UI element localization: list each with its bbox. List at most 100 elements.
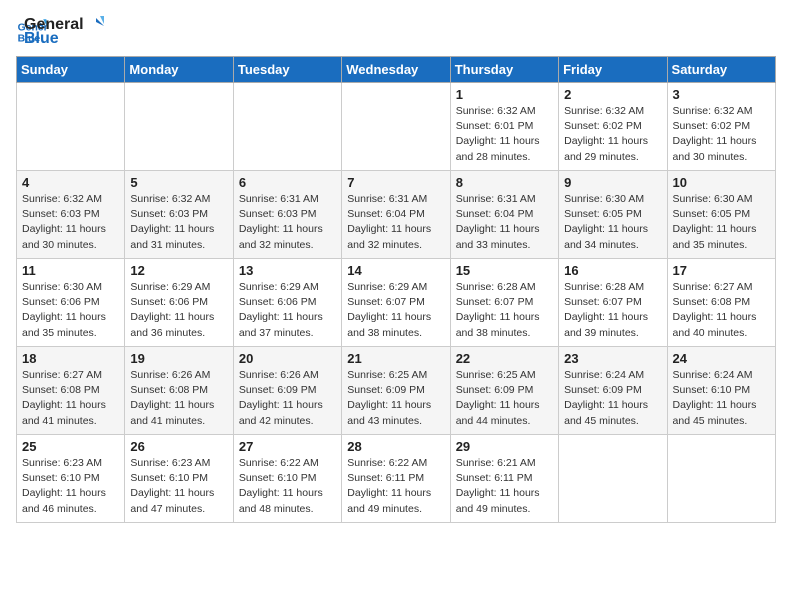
calendar-cell: 8 Sunrise: 6:31 AMSunset: 6:04 PMDaylight… xyxy=(450,171,558,259)
day-number: 1 xyxy=(456,87,553,102)
day-number: 8 xyxy=(456,175,553,190)
col-header-friday: Friday xyxy=(559,57,667,83)
calendar-cell xyxy=(233,83,341,171)
logo: General Blue General Blue xyxy=(16,16,106,48)
day-number: 21 xyxy=(347,351,444,366)
col-header-monday: Monday xyxy=(125,57,233,83)
calendar-cell: 23 Sunrise: 6:24 AMSunset: 6:09 PMDayligh… xyxy=(559,347,667,435)
day-info: Sunrise: 6:32 AMSunset: 6:03 PMDaylight:… xyxy=(130,192,227,253)
calendar-cell: 19 Sunrise: 6:26 AMSunset: 6:08 PMDayligh… xyxy=(125,347,233,435)
col-header-wednesday: Wednesday xyxy=(342,57,450,83)
day-number: 4 xyxy=(22,175,119,190)
day-number: 20 xyxy=(239,351,336,366)
calendar-cell: 14 Sunrise: 6:29 AMSunset: 6:07 PMDayligh… xyxy=(342,259,450,347)
calendar-cell: 7 Sunrise: 6:31 AMSunset: 6:04 PMDaylight… xyxy=(342,171,450,259)
calendar-cell: 1 Sunrise: 6:32 AMSunset: 6:01 PMDaylight… xyxy=(450,83,558,171)
day-number: 9 xyxy=(564,175,661,190)
day-number: 16 xyxy=(564,263,661,278)
day-info: Sunrise: 6:27 AMSunset: 6:08 PMDaylight:… xyxy=(22,368,119,429)
calendar-cell: 22 Sunrise: 6:25 AMSunset: 6:09 PMDayligh… xyxy=(450,347,558,435)
day-info: Sunrise: 6:29 AMSunset: 6:06 PMDaylight:… xyxy=(239,280,336,341)
day-info: Sunrise: 6:29 AMSunset: 6:06 PMDaylight:… xyxy=(130,280,227,341)
calendar-cell: 16 Sunrise: 6:28 AMSunset: 6:07 PMDayligh… xyxy=(559,259,667,347)
calendar-cell: 10 Sunrise: 6:30 AMSunset: 6:05 PMDayligh… xyxy=(667,171,775,259)
day-number: 2 xyxy=(564,87,661,102)
day-info: Sunrise: 6:24 AMSunset: 6:09 PMDaylight:… xyxy=(564,368,661,429)
day-info: Sunrise: 6:31 AMSunset: 6:03 PMDaylight:… xyxy=(239,192,336,253)
calendar-cell: 24 Sunrise: 6:24 AMSunset: 6:10 PMDayligh… xyxy=(667,347,775,435)
day-info: Sunrise: 6:30 AMSunset: 6:05 PMDaylight:… xyxy=(673,192,770,253)
day-number: 29 xyxy=(456,439,553,454)
calendar-cell xyxy=(17,83,125,171)
day-info: Sunrise: 6:21 AMSunset: 6:11 PMDaylight:… xyxy=(456,456,553,517)
calendar-cell: 3 Sunrise: 6:32 AMSunset: 6:02 PMDaylight… xyxy=(667,83,775,171)
day-number: 19 xyxy=(130,351,227,366)
calendar-cell xyxy=(559,435,667,523)
day-info: Sunrise: 6:23 AMSunset: 6:10 PMDaylight:… xyxy=(130,456,227,517)
calendar-cell: 11 Sunrise: 6:30 AMSunset: 6:06 PMDayligh… xyxy=(17,259,125,347)
calendar-cell: 18Sunrise: 6:27 AMSunset: 6:08 PMDayligh… xyxy=(17,347,125,435)
day-info: Sunrise: 6:29 AMSunset: 6:07 PMDaylight:… xyxy=(347,280,444,341)
day-info: Sunrise: 6:31 AMSunset: 6:04 PMDaylight:… xyxy=(347,192,444,253)
day-info: Sunrise: 6:26 AMSunset: 6:09 PMDaylight:… xyxy=(239,368,336,429)
calendar-cell xyxy=(667,435,775,523)
calendar-cell: 26 Sunrise: 6:23 AMSunset: 6:10 PMDayligh… xyxy=(125,435,233,523)
day-number: 5 xyxy=(130,175,227,190)
day-number: 6 xyxy=(239,175,336,190)
calendar-cell xyxy=(125,83,233,171)
day-number: 25 xyxy=(22,439,119,454)
col-header-thursday: Thursday xyxy=(450,57,558,83)
day-info: Sunrise: 6:32 AMSunset: 6:02 PMDaylight:… xyxy=(673,104,770,165)
day-number: 12 xyxy=(130,263,227,278)
day-info: Sunrise: 6:32 AMSunset: 6:01 PMDaylight:… xyxy=(456,104,553,165)
calendar-cell: 25 Sunrise: 6:23 AMSunset: 6:10 PMDayligh… xyxy=(17,435,125,523)
calendar-cell: 17 Sunrise: 6:27 AMSunset: 6:08 PMDayligh… xyxy=(667,259,775,347)
day-info: Sunrise: 6:25 AMSunset: 6:09 PMDaylight:… xyxy=(347,368,444,429)
calendar-cell: 2 Sunrise: 6:32 AMSunset: 6:02 PMDaylight… xyxy=(559,83,667,171)
day-number: 23 xyxy=(564,351,661,366)
col-header-saturday: Saturday xyxy=(667,57,775,83)
day-info: Sunrise: 6:32 AMSunset: 6:02 PMDaylight:… xyxy=(564,104,661,165)
day-info: Sunrise: 6:30 AMSunset: 6:06 PMDaylight:… xyxy=(22,280,119,341)
page-header: General Blue General Blue xyxy=(16,16,776,48)
col-header-sunday: Sunday xyxy=(17,57,125,83)
calendar-table: SundayMondayTuesdayWednesdayThursdayFrid… xyxy=(16,56,776,523)
calendar-cell: 9 Sunrise: 6:30 AMSunset: 6:05 PMDaylight… xyxy=(559,171,667,259)
day-info: Sunrise: 6:28 AMSunset: 6:07 PMDaylight:… xyxy=(456,280,553,341)
day-info: Sunrise: 6:23 AMSunset: 6:10 PMDaylight:… xyxy=(22,456,119,517)
calendar-cell xyxy=(342,83,450,171)
day-number: 7 xyxy=(347,175,444,190)
calendar-cell: 21 Sunrise: 6:25 AMSunset: 6:09 PMDayligh… xyxy=(342,347,450,435)
day-info: Sunrise: 6:22 AMSunset: 6:10 PMDaylight:… xyxy=(239,456,336,517)
day-number: 3 xyxy=(673,87,770,102)
day-number: 24 xyxy=(673,351,770,366)
day-number: 15 xyxy=(456,263,553,278)
day-info: Sunrise: 6:22 AMSunset: 6:11 PMDaylight:… xyxy=(347,456,444,517)
day-number: 10 xyxy=(673,175,770,190)
day-number: 11 xyxy=(22,263,119,278)
day-number: 17 xyxy=(673,263,770,278)
day-info: Sunrise: 6:30 AMSunset: 6:05 PMDaylight:… xyxy=(564,192,661,253)
calendar-cell: 13 Sunrise: 6:29 AMSunset: 6:06 PMDayligh… xyxy=(233,259,341,347)
day-number: 22 xyxy=(456,351,553,366)
day-info: Sunrise: 6:26 AMSunset: 6:08 PMDaylight:… xyxy=(130,368,227,429)
day-number: 27 xyxy=(239,439,336,454)
day-number: 26 xyxy=(130,439,227,454)
calendar-cell: 15 Sunrise: 6:28 AMSunset: 6:07 PMDayligh… xyxy=(450,259,558,347)
day-info: Sunrise: 6:24 AMSunset: 6:10 PMDaylight:… xyxy=(673,368,770,429)
calendar-cell: 4 Sunrise: 6:32 AMSunset: 6:03 PMDaylight… xyxy=(17,171,125,259)
day-number: 14 xyxy=(347,263,444,278)
calendar-cell: 5 Sunrise: 6:32 AMSunset: 6:03 PMDaylight… xyxy=(125,171,233,259)
day-info: Sunrise: 6:28 AMSunset: 6:07 PMDaylight:… xyxy=(564,280,661,341)
calendar-cell: 28 Sunrise: 6:22 AMSunset: 6:11 PMDayligh… xyxy=(342,435,450,523)
day-info: Sunrise: 6:27 AMSunset: 6:08 PMDaylight:… xyxy=(673,280,770,341)
day-info: Sunrise: 6:32 AMSunset: 6:03 PMDaylight:… xyxy=(22,192,119,253)
calendar-cell: 29 Sunrise: 6:21 AMSunset: 6:11 PMDayligh… xyxy=(450,435,558,523)
day-info: Sunrise: 6:25 AMSunset: 6:09 PMDaylight:… xyxy=(456,368,553,429)
day-number: 28 xyxy=(347,439,444,454)
calendar-cell: 27 Sunrise: 6:22 AMSunset: 6:10 PMDayligh… xyxy=(233,435,341,523)
col-header-tuesday: Tuesday xyxy=(233,57,341,83)
day-number: 13 xyxy=(239,263,336,278)
calendar-cell: 12 Sunrise: 6:29 AMSunset: 6:06 PMDayligh… xyxy=(125,259,233,347)
day-info: Sunrise: 6:31 AMSunset: 6:04 PMDaylight:… xyxy=(456,192,553,253)
